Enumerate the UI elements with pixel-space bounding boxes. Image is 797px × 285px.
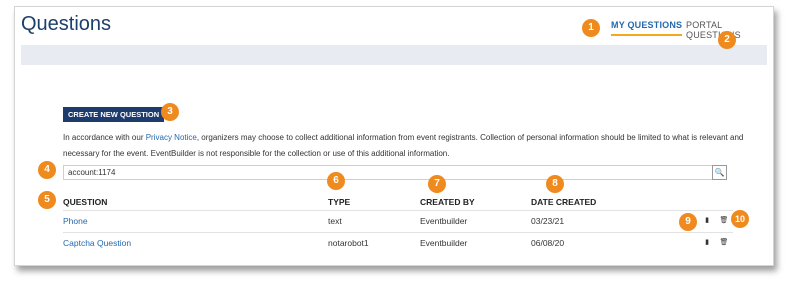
row-divider	[63, 232, 733, 233]
toolbar-band	[21, 45, 767, 65]
header-divider	[63, 210, 733, 211]
callout-badge: 5	[38, 191, 56, 209]
search-icon[interactable]: 🔍	[712, 165, 727, 180]
callout-badge: 10	[731, 210, 749, 228]
callout-badge: 9	[679, 213, 697, 231]
column-header-created-by[interactable]: CREATED BY	[420, 197, 475, 207]
question-date-created: 03/23/21	[531, 216, 565, 226]
callout-badge: 6	[327, 172, 345, 190]
trash-icon[interactable]: 🗑	[718, 215, 730, 227]
callout-badge: 7	[428, 175, 446, 193]
page-title: Questions	[21, 13, 112, 35]
copy-icon[interactable]: ▮	[701, 237, 713, 249]
column-header-date-created[interactable]: DATE CREATED	[531, 197, 596, 207]
question-created-by: Eventbuilder	[420, 216, 468, 226]
tab-my-questions[interactable]: MY QUESTIONS	[611, 20, 683, 36]
notice-text-before: In accordance with our	[63, 133, 146, 142]
questions-panel: Questions MY QUESTIONS PORTAL QUESTIONS …	[14, 6, 774, 266]
callout-badge: 1	[582, 19, 600, 37]
column-header-question[interactable]: QUESTION	[63, 197, 107, 207]
callout-badge: 8	[546, 175, 564, 193]
question-link[interactable]: Captcha Question	[63, 238, 131, 248]
create-new-question-button[interactable]: CREATE NEW QUESTION	[63, 107, 165, 122]
trash-icon[interactable]: 🗑	[718, 237, 730, 249]
callout-badge: 3	[161, 103, 179, 121]
question-type: notarobot1	[328, 238, 369, 248]
callout-badge: 4	[38, 161, 56, 179]
question-type: text	[328, 216, 342, 226]
privacy-notice-text: In accordance with our Privacy Notice, o…	[63, 130, 753, 162]
copy-icon[interactable]: ▮	[701, 215, 713, 227]
search-input[interactable]: account:1174	[63, 165, 715, 180]
question-date-created: 06/08/20	[531, 238, 565, 248]
column-header-type[interactable]: TYPE	[328, 197, 350, 207]
question-created-by: Eventbuilder	[420, 238, 468, 248]
question-link[interactable]: Phone	[63, 216, 88, 226]
privacy-notice-link[interactable]: Privacy Notice	[146, 133, 197, 142]
callout-badge: 2	[718, 31, 736, 49]
